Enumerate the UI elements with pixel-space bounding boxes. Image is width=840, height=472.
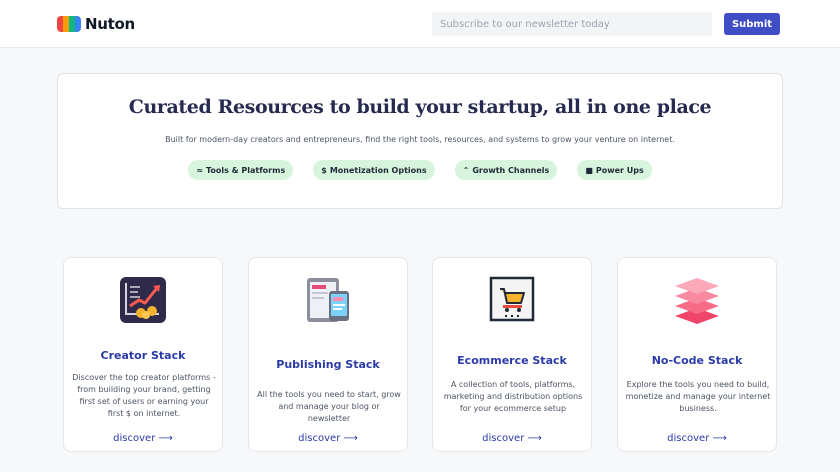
card-description: All the tools you need to start, grow an… (257, 390, 401, 423)
nuton-logo[interactable]: Nuton (57, 14, 135, 34)
card-title: Creator Stack (100, 349, 186, 362)
card-ecommerce-stack[interactable]: Ecommerce Stack A collection of tools, p… (432, 257, 592, 452)
devices-icon (304, 276, 352, 328)
hero-subtitle: Built for modern-day creators and entrep… (165, 135, 675, 144)
card-description: Explore the tools you need to build, mon… (625, 380, 771, 413)
category-pills: ≈ Tools & Platforms $ Monetization Optio… (58, 160, 782, 180)
hero-panel: Curated Resources to build your startup,… (57, 73, 783, 209)
card-title: No-Code Stack (651, 354, 743, 367)
card-publishing-stack[interactable]: Publishing Stack All the tools you need … (248, 257, 408, 452)
stack-cards: Creator Stack Discover the top creator p… (63, 257, 777, 452)
pill-label: Power Ups (595, 165, 644, 175)
pill-label: Monetization Options (329, 165, 427, 175)
top-navigation-bar: Nuton Submit (0, 0, 840, 48)
newsletter-submit-button[interactable]: Submit (724, 13, 780, 35)
pill-monetization-options[interactable]: $ Monetization Options (313, 160, 435, 180)
discover-link[interactable]: discover ⟶ (64, 433, 222, 444)
card-description: Discover the top creator platforms - fro… (72, 373, 216, 418)
pill-growth-channels[interactable]: ⌃ Growth Channels (454, 160, 558, 180)
newsletter-email-input[interactable] (432, 12, 712, 36)
caret-up-icon: ⌃ (462, 165, 470, 175)
pill-power-ups[interactable]: ■ Power Ups (577, 160, 652, 180)
square-icon: ■ (585, 165, 593, 175)
layers-icon (673, 276, 721, 328)
shopping-cart-icon (488, 276, 536, 328)
discover-link[interactable]: discover ⟶ (249, 433, 407, 444)
card-title: Publishing Stack (276, 358, 380, 371)
pill-label: Tools & Platforms (205, 165, 286, 175)
card-no-code-stack[interactable]: No-Code Stack Explore the tools you need… (617, 257, 777, 452)
discover-link[interactable]: discover ⟶ (433, 433, 591, 444)
logo-text: Nuton (85, 15, 135, 33)
card-description: A collection of tools, platforms, market… (443, 380, 583, 413)
card-creator-stack[interactable]: Creator Stack Discover the top creator p… (63, 257, 223, 452)
chart-growth-icon (119, 276, 167, 328)
pill-tools-platforms[interactable]: ≈ Tools & Platforms (188, 160, 294, 180)
logo-mark-icon (57, 16, 81, 32)
pill-label: Growth Channels (472, 165, 550, 175)
card-title: Ecommerce Stack (457, 354, 567, 367)
hero-title: Curated Resources to build your startup,… (128, 96, 712, 118)
tools-icon: ≈ (196, 165, 203, 175)
discover-link[interactable]: discover ⟶ (618, 433, 776, 444)
dollar-icon: $ (321, 165, 327, 175)
